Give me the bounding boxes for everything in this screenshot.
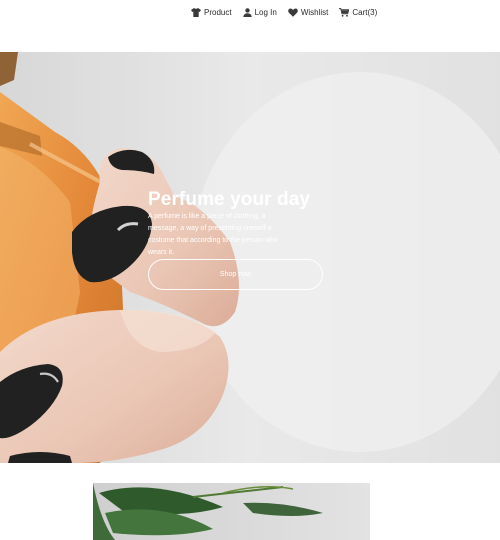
shop-now-button[interactable]: Shop now [148, 259, 323, 290]
user-icon [242, 8, 252, 17]
heart-icon [288, 8, 298, 17]
nav-link-product[interactable]: Product [191, 8, 232, 17]
nav-links: Product Log In Wishlist Cart(3) [191, 8, 377, 17]
hero-description: A perfume is like a piece of clothing, a… [148, 213, 278, 256]
nav-link-label: Wishlist [300, 8, 329, 17]
cart-icon [339, 8, 350, 17]
nav-link-label: Product [204, 8, 232, 17]
nav-link-label: Cart(3) [352, 8, 378, 17]
nav-link-label: Log In [254, 8, 277, 17]
shirt-icon [191, 8, 201, 17]
leaves-photo [93, 483, 370, 540]
hero-banner: Perfume your day A perfume is like a pie… [0, 52, 500, 463]
product-image [93, 483, 370, 540]
nav-link-wishlist[interactable]: Wishlist [288, 8, 329, 17]
nav-link-login[interactable]: Log In [242, 8, 277, 17]
nav-link-cart[interactable]: Cart(3) [339, 8, 377, 17]
top-navigation: Product Log In Wishlist Cart(3) [0, 0, 500, 52]
hero-title: Perfume your day [148, 188, 311, 210]
